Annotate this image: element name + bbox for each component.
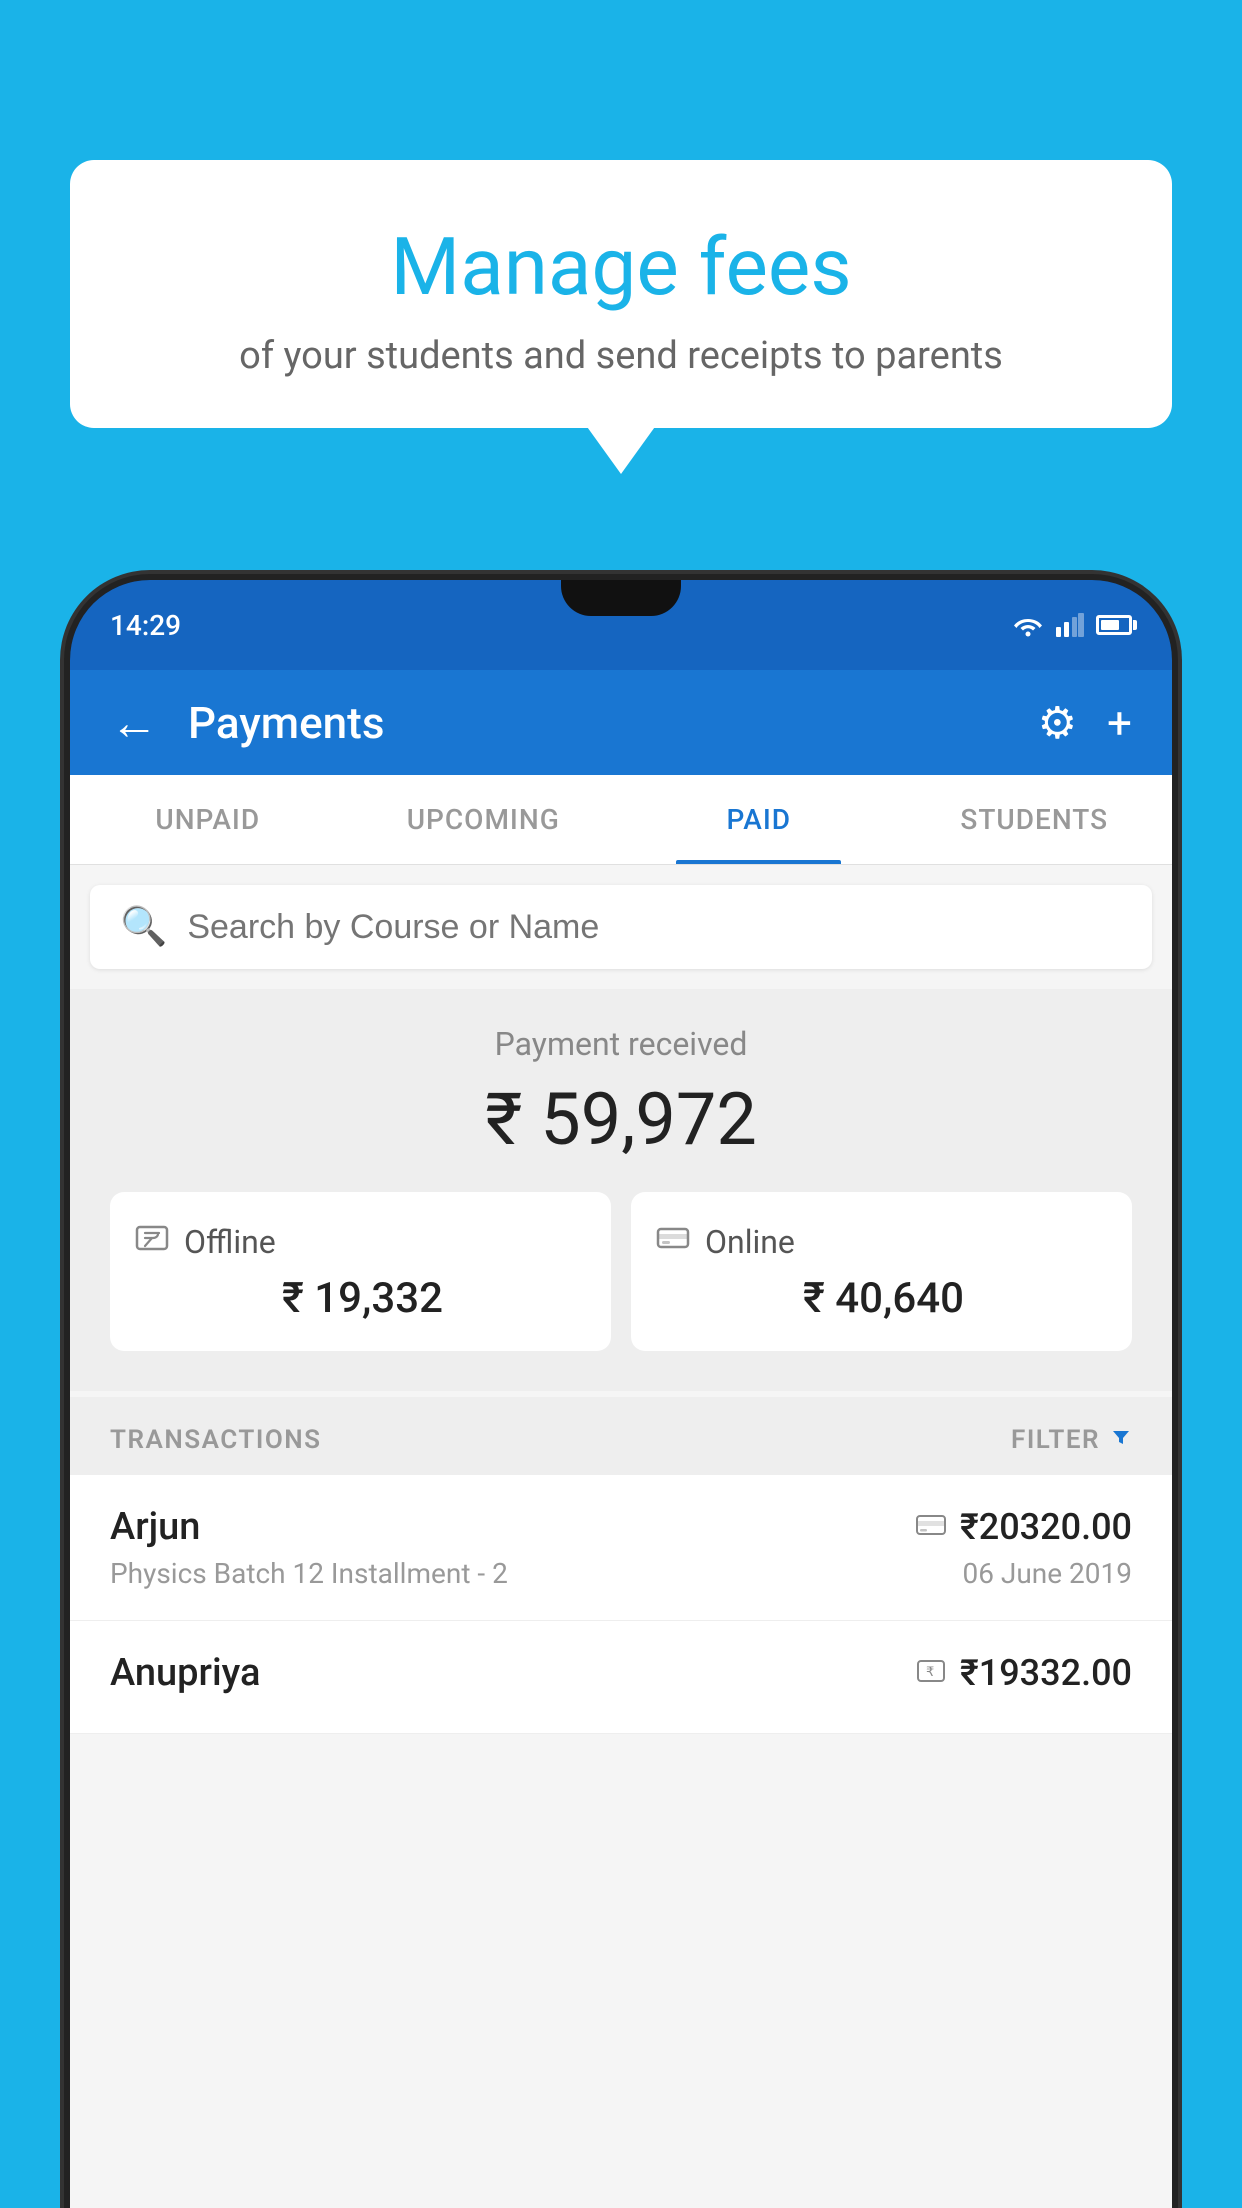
offline-label: Offline [184, 1223, 276, 1261]
bubble-title: Manage fees [120, 220, 1122, 314]
table-row[interactable]: Anupriya ₹ ₹19332.00 [70, 1621, 1172, 1734]
status-icons [1012, 613, 1132, 637]
filter-label: FILTER [1011, 1425, 1100, 1455]
transactions-header: TRANSACTIONS FILTER [70, 1397, 1172, 1475]
transaction-amount: ₹20320.00 [960, 1506, 1132, 1548]
payment-cards: Offline ₹ 19,332 [110, 1192, 1132, 1351]
header-action-icons: ⚙ + [1038, 697, 1132, 749]
search-bar[interactable]: 🔍 [90, 885, 1152, 969]
online-icon [655, 1220, 691, 1264]
speech-bubble-card: Manage fees of your students and send re… [70, 160, 1172, 428]
phone-notch [561, 580, 681, 616]
add-icon[interactable]: + [1107, 697, 1132, 749]
search-input[interactable] [187, 908, 1122, 947]
wifi-icon [1012, 613, 1044, 637]
payment-received-section: Payment received ₹ 59,972 [70, 989, 1172, 1391]
online-amount: ₹ 40,640 [655, 1274, 1108, 1323]
offline-icon [134, 1220, 170, 1264]
offline-amount: ₹ 19,332 [134, 1274, 587, 1323]
transactions-label: TRANSACTIONS [110, 1425, 322, 1455]
transaction-name: Arjun [110, 1505, 200, 1549]
bubble-subtitle: of your students and send receipts to pa… [120, 334, 1122, 378]
offline-card: Offline ₹ 19,332 [110, 1192, 611, 1351]
online-label: Online [705, 1223, 795, 1261]
tab-students[interactable]: STUDENTS [897, 775, 1173, 864]
header-title: Payments [188, 697, 1008, 749]
payment-total-amount: ₹ 59,972 [110, 1077, 1132, 1162]
online-card: Online ₹ 40,640 [631, 1192, 1132, 1351]
filter-button[interactable]: FILTER [1011, 1425, 1132, 1455]
status-time: 14:29 [110, 609, 181, 642]
table-row[interactable]: Arjun ₹20320.00 Physics Batch 12 Install… [70, 1475, 1172, 1621]
search-icon: 🔍 [120, 905, 167, 949]
filter-icon [1110, 1425, 1132, 1455]
transaction-method-icon [916, 1513, 946, 1541]
settings-icon[interactable]: ⚙ [1038, 697, 1077, 749]
app-screen: ← Payments ⚙ + UNPAID UPCOMING PAID STUD… [70, 670, 1172, 2208]
svg-text:₹: ₹ [926, 1664, 934, 1679]
payment-received-label: Payment received [110, 1025, 1132, 1063]
transaction-amount: ₹19332.00 [960, 1652, 1132, 1694]
transaction-description: Physics Batch 12 Installment - 2 [110, 1557, 508, 1590]
transaction-date: 06 June 2019 [962, 1557, 1132, 1590]
tab-bar: UNPAID UPCOMING PAID STUDENTS [70, 775, 1172, 865]
tab-upcoming[interactable]: UPCOMING [346, 775, 622, 864]
signal-icon [1056, 613, 1084, 637]
app-header: ← Payments ⚙ + [70, 670, 1172, 775]
tab-paid[interactable]: PAID [621, 775, 897, 864]
tab-unpaid[interactable]: UNPAID [70, 775, 346, 864]
transaction-name: Anupriya [110, 1651, 260, 1695]
status-bar: 14:29 [70, 580, 1172, 670]
battery-icon [1096, 615, 1132, 635]
back-button[interactable]: ← [110, 694, 158, 751]
transaction-method-icon: ₹ [916, 1659, 946, 1687]
phone-frame: 14:29 ← Payments [70, 580, 1172, 2208]
